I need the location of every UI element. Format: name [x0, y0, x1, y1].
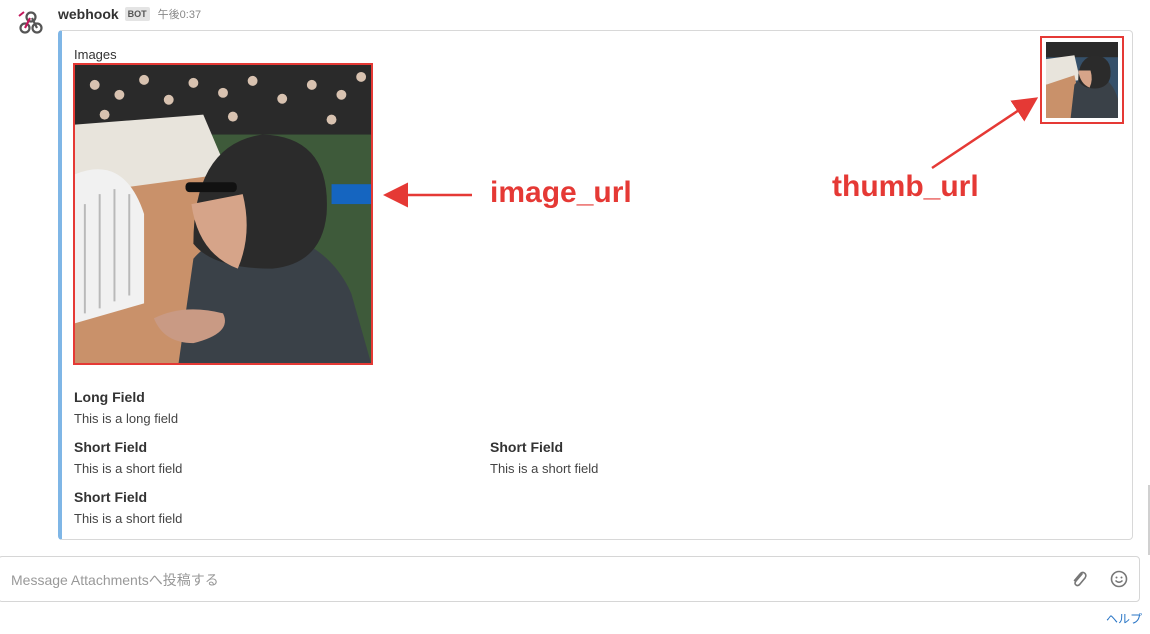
image-url-label: image_url [490, 176, 632, 209]
annotation-arrows [383, 97, 1039, 208]
smiley-icon[interactable] [1109, 569, 1129, 589]
thumb-url-label: thumb_url [832, 170, 979, 203]
message-composer [0, 556, 1140, 603]
help-link[interactable]: ヘルプ [1106, 610, 1142, 627]
message-input[interactable] [9, 557, 1013, 603]
paperclip-icon[interactable] [1069, 569, 1089, 589]
